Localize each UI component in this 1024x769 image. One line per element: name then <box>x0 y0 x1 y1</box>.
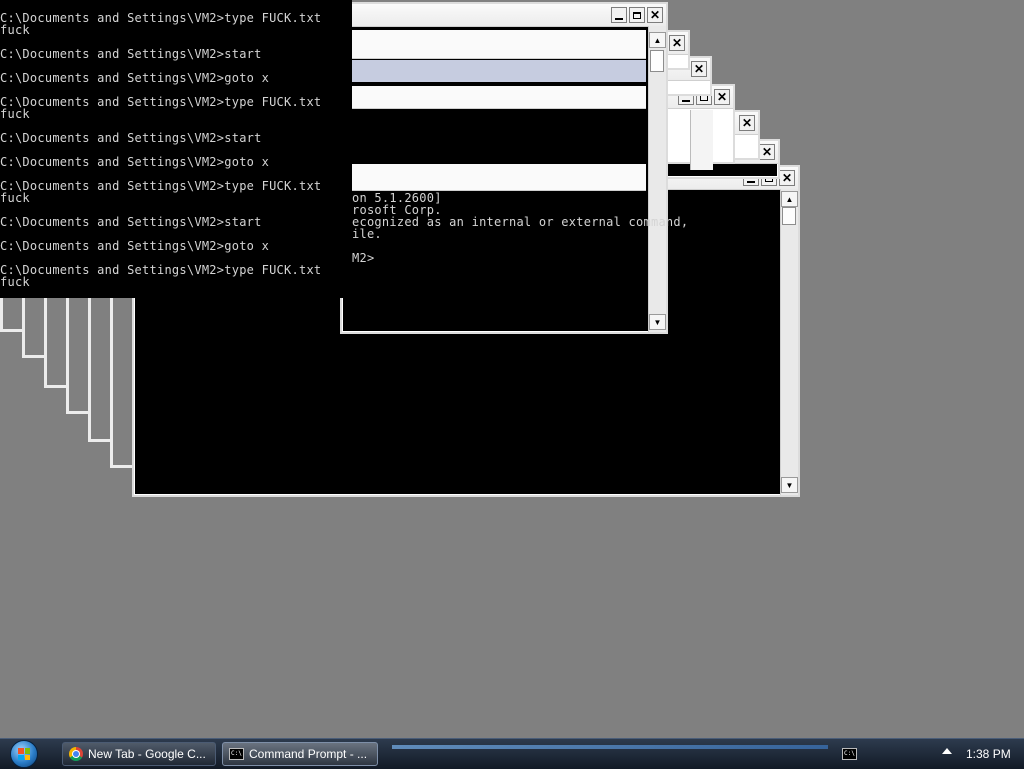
close-button[interactable] <box>739 115 755 131</box>
console-line: ile. <box>352 227 382 241</box>
cmd-icon: C:\ <box>229 748 244 760</box>
console-line: fuck <box>0 107 30 121</box>
clock[interactable]: 1:38 PM <box>966 747 1011 761</box>
scroll-up-icon[interactable]: ▲ <box>649 32 666 48</box>
taskbar-strip <box>392 745 828 749</box>
inner-window-selection <box>342 60 646 82</box>
console-line: C:\Documents and Settings\VM2>goto x <box>0 71 270 85</box>
vertical-scrollbar[interactable]: ▲ ▼ <box>648 26 666 332</box>
trail-edge <box>66 296 90 414</box>
windows-orb-icon <box>10 740 38 768</box>
close-button[interactable] <box>714 89 730 105</box>
console-line: C:\Documents and Settings\VM2>start <box>0 215 262 229</box>
maximize-button[interactable] <box>629 7 645 23</box>
scroll-down-icon[interactable]: ▼ <box>649 314 666 330</box>
scroll-thumb[interactable] <box>650 50 664 72</box>
taskbar-item-label: New Tab - Google C... <box>88 747 206 761</box>
console-line: fuck <box>0 23 30 37</box>
scroll-up-icon[interactable]: ▲ <box>781 191 798 207</box>
close-button[interactable] <box>759 144 775 160</box>
trail-edge <box>88 296 112 442</box>
trail-edge <box>22 296 46 358</box>
vertical-scrollbar[interactable]: ▲ ▼ <box>780 189 798 495</box>
console-line: C:\Documents and Settings\VM2>type FUCK.… <box>0 263 322 277</box>
inner-window-titlebar[interactable] <box>342 30 646 59</box>
taskbar-item-label: Command Prompt - ... <box>249 747 368 761</box>
scroll-track[interactable] <box>690 110 713 170</box>
taskbar: New Tab - Google C... C:\ Command Prompt… <box>0 738 1024 769</box>
console-line: C:\Documents and Settings\VM2>goto x <box>0 239 270 253</box>
console-window-front[interactable]: ▲ ▼ <box>340 2 668 334</box>
taskbar-item-chrome[interactable]: New Tab - Google C... <box>62 742 216 766</box>
scroll-thumb[interactable] <box>782 207 796 225</box>
show-hidden-icons-icon[interactable] <box>942 748 952 754</box>
tray-cmd-icon[interactable]: C:\ <box>842 748 862 760</box>
console-line: C:\Documents and Settings\VM2>type FUCK.… <box>0 95 322 109</box>
console-main-area[interactable]: C:\Documents and Settings\VM2>type FUCK.… <box>0 0 352 298</box>
start-button[interactable] <box>6 740 42 768</box>
close-button[interactable] <box>691 61 707 77</box>
console-line: ecognized as an internal or external com… <box>352 215 689 229</box>
inner-window-titlebar[interactable] <box>342 164 646 191</box>
inner-window-titlebar[interactable] <box>342 86 646 109</box>
console-line: C:\Documents and Settings\VM2>type FUCK.… <box>0 179 322 193</box>
console-line: C:\Documents and Settings\VM2>goto x <box>0 155 270 169</box>
console-line: C:\Documents and Settings\VM2>type FUCK.… <box>0 11 322 25</box>
minimize-button[interactable] <box>611 7 627 23</box>
console-line: fuck <box>0 275 30 289</box>
taskbar-item-command-prompt[interactable]: C:\ Command Prompt - ... <box>222 742 378 766</box>
chrome-icon <box>69 747 83 761</box>
console-line: M2> <box>352 251 375 265</box>
scroll-down-icon[interactable]: ▼ <box>781 477 798 493</box>
trail-edge <box>44 296 68 388</box>
console-line: C:\Documents and Settings\VM2>start <box>0 47 262 61</box>
trail-edge <box>110 296 134 468</box>
close-button[interactable] <box>647 7 663 23</box>
title-bar[interactable] <box>342 4 666 27</box>
trail-edge <box>0 296 24 332</box>
console-output-back: on 5.1.2600] rosoft Corp. ecognized as an … <box>352 192 772 264</box>
close-button[interactable] <box>779 170 795 186</box>
console-line: fuck <box>0 191 30 205</box>
close-button[interactable] <box>669 35 685 51</box>
console-line: C:\Documents and Settings\VM2>start <box>0 131 262 145</box>
console-output-main: C:\Documents and Settings\VM2>type FUCK.… <box>0 12 352 288</box>
